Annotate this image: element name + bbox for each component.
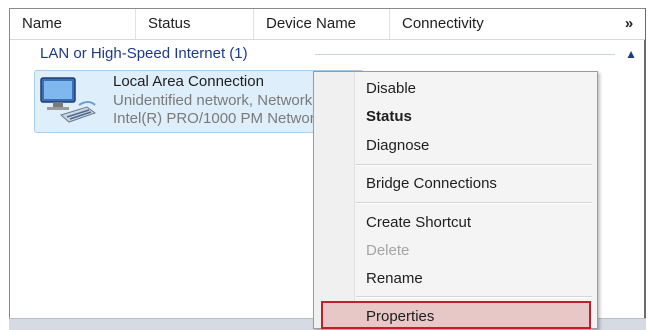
network-adapter-icon [40, 77, 97, 123]
menu-item-diagnose[interactable]: Diagnose [366, 135, 429, 157]
menu-item-status[interactable]: Status [366, 106, 412, 128]
menu-item-bridge-connections[interactable]: Bridge Connections [366, 173, 497, 195]
more-columns-chevron-icon[interactable]: » [619, 9, 639, 39]
column-header-name[interactable]: Name [10, 9, 136, 39]
collapse-chevron-icon[interactable]: ▲ [625, 43, 637, 65]
menu-separator [356, 164, 592, 166]
connection-name: Local Area Connection [113, 73, 264, 90]
group-header[interactable]: LAN or High-Speed Internet (1) ▲ [10, 43, 645, 65]
context-menu-gutter [314, 72, 355, 328]
group-divider [315, 54, 615, 55]
menu-item-delete: Delete [366, 242, 410, 259]
context-menu: Disable Status Diagnose Bridge Connectio… [313, 71, 598, 329]
connection-status: Unidentified network, Network [113, 92, 313, 109]
column-header-status[interactable]: Status [136, 9, 254, 39]
menu-separator [356, 202, 592, 204]
menu-item-create-shortcut[interactable]: Create Shortcut [366, 212, 471, 234]
column-header-connectivity[interactable]: Connectivity [390, 9, 610, 39]
menu-item-rename[interactable]: Rename [366, 268, 423, 290]
column-header-device-name[interactable]: Device Name [254, 9, 390, 39]
connection-device: Intel(R) PRO/1000 PM Network Connection [113, 110, 313, 127]
column-header-bar: Name Status Device Name Connectivity » [10, 9, 645, 40]
group-label: LAN or High-Speed Internet (1) [40, 45, 248, 62]
menu-item-disable[interactable]: Disable [366, 78, 416, 100]
menu-item-properties[interactable]: Properties [366, 306, 434, 328]
menu-separator [356, 296, 592, 298]
menu-item-properties-highlight [321, 301, 591, 329]
